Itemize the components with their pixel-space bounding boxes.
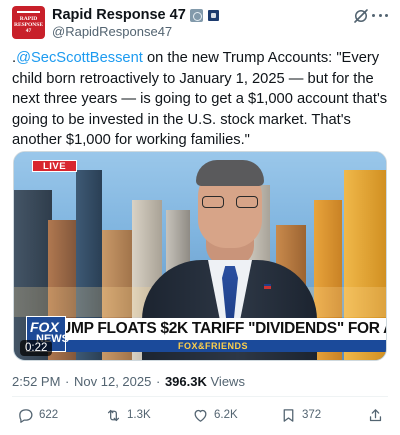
video-player[interactable]: LIVE TRUMP FLOATS $2K TARIFF "DIVIDENDS"… [13,151,387,361]
tweet-card[interactable]: RAPID RESPONSE 47 Rapid Response 47 @Rap… [0,0,400,435]
reply-icon [19,408,33,423]
tweet-time[interactable]: 2:52 PM [12,374,60,389]
government-badge-icon [189,8,203,22]
like-count: 6.2K [214,409,238,421]
affiliation-badge-icon [207,9,219,21]
avatar-logo-bar [17,11,40,13]
more-icon[interactable] [372,10,388,20]
bookmark-count: 372 [302,409,322,421]
network-logo-top: FOX [30,319,59,335]
views-label[interactable]: Views [211,374,245,389]
live-label: LIVE [42,161,67,172]
mention-link[interactable]: @SecScottBessent [16,50,143,66]
repost-count: 1.3K [127,409,151,421]
divider [12,396,388,397]
avatar-logo-text: RAPID RESPONSE 47 [13,16,44,34]
tweet-date[interactable]: Nov 12, 2025 [74,374,151,389]
repost-button[interactable]: 1.3K [105,403,151,427]
video-duration: 0:22 [20,340,53,356]
like-button[interactable]: 6.2K [192,403,238,427]
avatar[interactable]: RAPID RESPONSE 47 [12,6,45,39]
chyron-headline: TRUMP FLOATS $2K TARIFF "DIVIDENDS" FOR … [40,320,386,337]
live-badge: LIVE [32,160,77,172]
author-name-row: Rapid Response 47 [52,6,219,24]
bookmark-icon [283,408,294,422]
author-display-name[interactable]: Rapid Response 47 [52,7,186,23]
action-bar: 622 1.3K 6.2K 372 [0,403,400,427]
grok-icon[interactable] [352,7,370,25]
repost-icon [107,409,120,421]
show-name-bar: FOX&FRIENDS [40,340,386,352]
tweet-metadata: 2:52 PM · Nov 12, 2025 · 396.3K Views [12,374,245,389]
share-icon [369,408,382,421]
tweet-text: .@SecScottBessent on the new Trump Accou… [12,48,392,151]
reply-button[interactable]: 622 [17,403,58,427]
views-count[interactable]: 396.3K [165,374,207,389]
show-name: FOX&FRIENDS [177,341,248,351]
heart-icon [194,409,207,422]
share-button[interactable] [367,403,384,427]
news-chyron: TRUMP FLOATS $2K TARIFF "DIVIDENDS" FOR … [40,318,386,340]
reply-count: 622 [39,409,59,421]
meta-separator-2: · [155,374,161,389]
bookmark-button[interactable]: 372 [280,403,321,427]
meta-separator: · [65,374,70,389]
author-handle[interactable]: @RapidResponse47 [52,24,172,39]
